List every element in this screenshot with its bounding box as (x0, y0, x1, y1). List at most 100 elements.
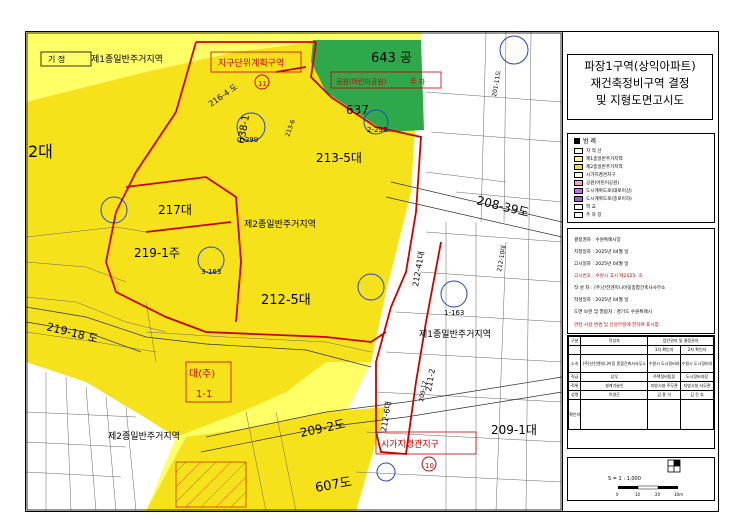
jigu-park-label: 공원(어린이공원) (336, 77, 387, 86)
legend-box: 범 례 지 적 선 제1종일반주거지역 제2종일반주거지역 시가지경관지구 공원… (567, 133, 715, 223)
legend-swatch (574, 147, 583, 154)
table-cell: 직위 (567, 381, 582, 391)
legend-swatch (574, 163, 583, 170)
legend-heading-text: 범 례 (583, 138, 596, 145)
north-arrow-icon (667, 459, 681, 473)
zone-right-label: 제1종일반주거지역 (419, 329, 491, 340)
table-cell: 주택정비팀장 (647, 372, 682, 382)
one-one-label: 1-1 (196, 389, 212, 400)
legend-item: 주 차 장 (574, 211, 602, 218)
legend-label: 시가지경관지구 (586, 172, 616, 178)
title-line-3: 및 지형도면고시도 (595, 93, 685, 107)
parcel-212-5: 212-5대 (261, 293, 311, 308)
info-box: 결정권자 : 수원특례시장 지정일자 : 2025년 04월 일 고시일자 : … (567, 228, 715, 334)
legend-swatch (574, 171, 583, 178)
signature-table: 구분 작성자 입안권자 및 결정권자 1차 확인자 2차 확인자 소속 (주)선진엔지니… (567, 336, 714, 430)
title-box: 파장1구역(상익아파트) 재건축정비구역 결정 및 지형도면고시도 (567, 54, 713, 120)
jigu-top-label: 지구단위계획구역 (218, 57, 284, 69)
scale-tick: 20 (655, 492, 661, 497)
legend-swatch (574, 195, 583, 202)
legend-swatch (574, 155, 583, 162)
table-cell: 확인자 (567, 399, 582, 430)
parcel-213-5: 213-5대 (316, 151, 362, 165)
table-row: 직급 상무 주택정비팀장 도시정비과장 (567, 372, 714, 382)
hatched-area (175, 461, 247, 508)
legend-label: 도시계획도로(중로이하) (586, 196, 632, 202)
legend-heading-icon (574, 137, 580, 144)
info-line: 고시일자 : 2025년 04월 일 (574, 262, 629, 267)
info-line: 작성일자 : 2025년 04월 일 (574, 298, 629, 303)
legend-label: 지 적 선 (586, 148, 602, 154)
legend-label: 제1종일반주거지역 (586, 156, 623, 162)
jigu-bottom-label: 시가지경관지구 (381, 438, 439, 450)
daeju-label: 대(주) (189, 368, 215, 380)
legend-label: 주 차 장 (586, 212, 602, 218)
marker-11: 11 (258, 80, 267, 88)
map-sheet: 기 정 제1종일반주거지역 제2종일반주거지역 제1종일반주거지역 제2종일반주… (25, 31, 719, 512)
parcel-2-left: 2대 (28, 142, 53, 161)
table-cell: (주)선진엔지니어링 종합건축사사무소 (580, 354, 649, 373)
table-row: 성명 이영곤 김 용 식김 진 호 (567, 390, 714, 400)
existing-label: 기 정 (48, 54, 65, 64)
table-cell (647, 399, 682, 430)
map-svg: 기 정 제1종일반주거지역 제2종일반주거지역 제1종일반주거지역 제2종일반주… (26, 32, 562, 511)
legend-item: 공원(어린이공원) (574, 179, 619, 186)
table-cell: 설계기술인 (580, 381, 649, 391)
parking-label: 주 차 (410, 77, 426, 86)
legend-label: 학 교 (586, 204, 596, 210)
scale-tick: 30m (674, 492, 683, 497)
parcel-219-1: 219-1주 (134, 246, 180, 260)
info-line: 고시번호 : 수원시 고시 제2025- 호 (574, 274, 643, 279)
table-cell: 소속 (567, 354, 582, 373)
table-cell: 성명 (567, 390, 582, 400)
table-cell: 수원시 도시정비과 (647, 354, 682, 373)
legend-item: 제2종일반주거지역 (574, 163, 623, 170)
table-cell: 직급 (567, 372, 582, 382)
table-cell: 김 용 식 (647, 390, 682, 400)
legend-item: 도시계획도로(대로이상) (574, 187, 632, 194)
zone-top-label: 제1종일반주거지역 (91, 54, 163, 65)
info-line: 작 성 자 : (주)선진엔지니어링종합건축사사무소 (574, 286, 666, 291)
scale-box: S = 1 : 1,000 0 10 20 30m (567, 457, 715, 501)
table-row: 직위 설계기술인 지방시설 주무관 지방시설 사무관 (567, 381, 714, 391)
parcel-209-1: 209-1대 (491, 423, 537, 437)
table-cell: 도시정비과장 (680, 372, 714, 382)
scale-bar (618, 485, 678, 490)
legend-item: 지 적 선 (574, 147, 602, 154)
legend-swatch (574, 187, 583, 194)
title-line-2: 재건축정비구역 결정 (590, 76, 690, 90)
scale-label: S = 1 : 1,000 (608, 476, 641, 482)
table-cell (580, 399, 649, 430)
scale-tick: 10 (635, 492, 641, 497)
parcel-217: 217대 (158, 203, 192, 217)
legend-label: 제2종일반주거지역 (586, 164, 623, 170)
legend-label: 도시계획도로(대로이상) (586, 188, 632, 194)
circle-label-1-299: 1-299 (238, 136, 258, 144)
circle-label-3-163: 3-163 (201, 268, 221, 276)
circle-label-1-163: 1-163 (444, 309, 464, 317)
cadastral-map: 기 정 제1종일반주거지역 제2종일반주거지역 제1종일반주거지역 제2종일반주… (26, 32, 563, 511)
info-line: 지정일자 : 2025년 04월 일 (574, 250, 629, 255)
table-cell: 상무 (580, 372, 649, 382)
info-line: 도면 보관 및 열람처 : 경기도 수원특례시 (574, 310, 652, 315)
legend-item: 제1종일반주거지역 (574, 155, 623, 162)
table-cell (680, 399, 714, 430)
table-cell: 지방시설 주무관 (647, 381, 682, 391)
table-cell (580, 345, 649, 355)
legend-swatch (574, 211, 583, 218)
zone-bottom-label: 제2종일반주거지역 (108, 431, 180, 442)
table-cell (567, 345, 582, 355)
table-row: 확인자 (567, 399, 714, 430)
table-cell: 2차 확인자 (680, 345, 714, 355)
signature-table-box: 구분 작성자 입안권자 및 결정권자 1차 확인자 2차 확인자 소속 (주)선진엔지니… (567, 335, 715, 449)
legend-heading: 범 례 (574, 137, 596, 145)
zone-center-label: 제2종일반주거지역 (244, 219, 316, 230)
info-line: 관련 사항 변경 및 신설부분에 한하여 표시함 (574, 323, 659, 328)
legend-swatch (574, 179, 583, 186)
table-row: 소속 (주)선진엔지니어링 종합건축사사무소 수원시 도시정비과 수원시 도시정비과 (567, 354, 714, 373)
table-cell: 이영곤 (580, 390, 649, 400)
table-cell: 1차 확인자 (647, 345, 682, 355)
legend-swatch (574, 203, 583, 210)
parcel-637: 637 (346, 103, 369, 117)
scale-tick: 0 (616, 492, 619, 497)
